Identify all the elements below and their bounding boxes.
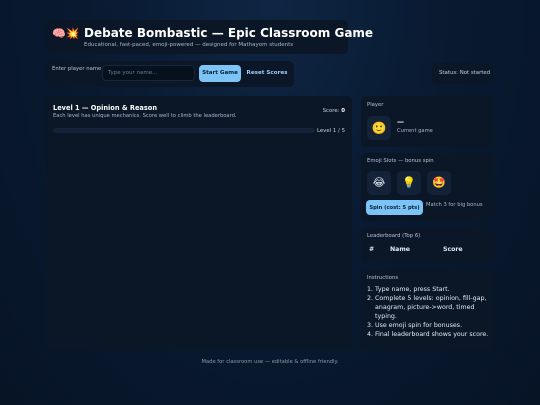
reset-scores-button[interactable]: Reset Scores bbox=[244, 65, 290, 82]
player-meta: Current game bbox=[397, 128, 433, 134]
slots-heading: Emoji Slots — bonus spin bbox=[367, 158, 434, 164]
leaderboard-panel: Leaderboard (Top 6) # Name Score bbox=[361, 228, 494, 263]
footer-note: Made for classroom use — editable & offl… bbox=[201, 359, 339, 365]
app-title: Debate Bombastic — Epic Classroom Game bbox=[84, 26, 374, 40]
app-subtitle: Educational, fast-paced, emoji-powered —… bbox=[84, 42, 294, 48]
score-label: Score: bbox=[322, 108, 340, 114]
leaderboard-col-rank: # bbox=[369, 246, 375, 253]
game-area: Level 1 — Opinion & Reason Each level ha… bbox=[46, 96, 352, 350]
spin-button[interactable]: Spin (cost: 5 pts) bbox=[366, 200, 423, 215]
instructions-panel: Instructions 1. Type name, press Start. … bbox=[361, 270, 494, 350]
leaderboard-col-score: Score bbox=[443, 246, 463, 253]
slot-reel-laughing-icon: 😂 bbox=[367, 171, 391, 195]
level-counter: Level 1 / 5 bbox=[316, 128, 345, 134]
player-controls: Enter player name Start Game Reset Score… bbox=[46, 61, 294, 87]
player-name-label: Enter player name bbox=[52, 66, 102, 72]
app-header: 🧠💥 Debate Bombastic — Epic Classroom Gam… bbox=[46, 20, 373, 54]
slot-reel-star-eyes-icon: 🤩 bbox=[427, 171, 451, 195]
emoji-slots-panel: Emoji Slots — bonus spin 😂 💡 🤩 Spin (cos… bbox=[361, 153, 494, 221]
instruction-item: 2. Complete 5 levels: opinion, fill-gap,… bbox=[367, 294, 487, 320]
start-game-label: Start Game bbox=[199, 65, 241, 82]
score-display: Score: 0 bbox=[323, 108, 345, 114]
instructions-heading: Instructions bbox=[367, 275, 399, 281]
brain-explosion-icon: 🧠💥 bbox=[52, 27, 80, 40]
instruction-item: 1. Type name, press Start. bbox=[367, 286, 450, 293]
leaderboard-heading: Leaderboard (Top 6) bbox=[367, 233, 421, 239]
avatar: 🙂 bbox=[367, 116, 391, 140]
player-heading: Player bbox=[367, 102, 384, 108]
slots-tip: Match 3 for big bonus bbox=[426, 202, 483, 208]
status-panel: Status: Not started bbox=[432, 63, 494, 84]
player-name: — bbox=[397, 118, 404, 126]
status-text: Status: Not started bbox=[439, 70, 491, 76]
level-description: Each level has unique mechanics. Score w… bbox=[53, 113, 237, 119]
slot-reel-lightbulb-icon: 💡 bbox=[397, 171, 421, 195]
leaderboard-col-name: Name bbox=[390, 246, 410, 253]
player-card: Player 🙂 — Current game bbox=[361, 96, 494, 147]
level-progress-bar bbox=[53, 128, 315, 133]
instruction-item: 4. Final leaderboard shows your score. bbox=[367, 330, 489, 338]
player-name-input[interactable] bbox=[102, 65, 195, 81]
instruction-item: 3. Use emoji spin for bonuses. bbox=[367, 321, 463, 329]
instructions-list: 1. Type name, press Start. 2. Complete 5… bbox=[367, 286, 491, 339]
level-title: Level 1 — Opinion & Reason bbox=[53, 104, 158, 112]
score-value: 0 bbox=[341, 108, 345, 114]
